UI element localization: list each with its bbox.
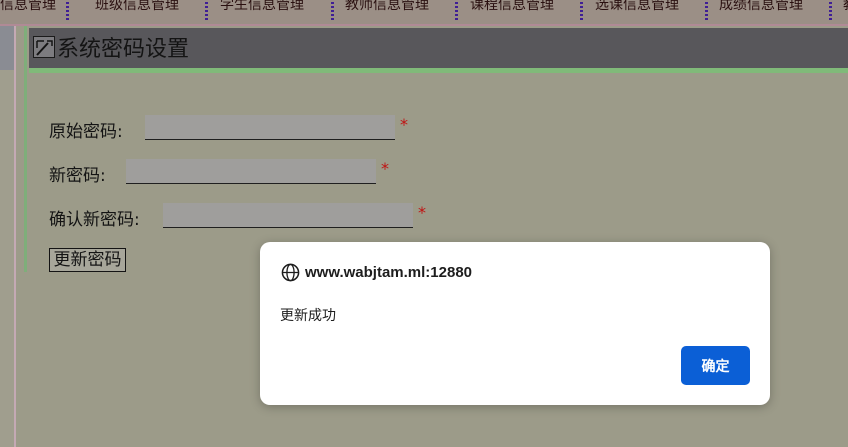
left-sidebar-top <box>0 26 14 70</box>
nav-separator <box>580 2 583 20</box>
content-accent-border <box>24 26 27 272</box>
page-title: 系统密码设置 <box>57 37 190 62</box>
confirm-password-row: 确认新密码: * <box>49 201 469 231</box>
left-sidebar <box>0 26 14 447</box>
dialog-message: 更新成功 <box>280 308 336 324</box>
confirm-password-field[interactable] <box>163 203 413 228</box>
nav-item-class[interactable]: 班级信息管理 <box>95 0 179 14</box>
globe-icon <box>281 263 300 282</box>
nav-item-student[interactable]: 学生信息管理 <box>220 0 304 14</box>
nav-item-info[interactable]: 信息管理 <box>0 0 56 14</box>
nav-separator <box>331 2 334 20</box>
new-password-row: 新密码: * <box>49 157 469 187</box>
dialog-origin: www.wabjtam.ml:12880 <box>305 264 473 281</box>
nav-item-score[interactable]: 成绩信息管理 <box>719 0 803 14</box>
sidebar-divider <box>14 26 16 447</box>
required-marker: * <box>400 115 408 134</box>
nav-separator <box>705 2 708 20</box>
old-password-row: 原始密码: * <box>49 113 469 143</box>
nav-separator <box>205 2 208 20</box>
nav-item-selection[interactable]: 选课信息管理 <box>595 0 679 14</box>
nav-separator <box>455 2 458 20</box>
alert-dialog: www.wabjtam.ml:12880 更新成功 确定 <box>260 242 770 405</box>
edit-icon <box>33 36 55 58</box>
panel-header: 系统密码设置 <box>29 28 848 73</box>
old-password-field[interactable] <box>145 115 395 140</box>
required-marker: * <box>418 203 426 222</box>
nav-separator <box>66 2 69 20</box>
confirm-password-label: 确认新密码: <box>49 210 140 230</box>
old-password-label: 原始密码: <box>49 122 123 142</box>
nav-separator <box>829 2 832 20</box>
ok-button[interactable]: 确定 <box>681 346 750 385</box>
update-password-button[interactable]: 更新密码 <box>49 248 126 272</box>
nav-item-course[interactable]: 课程信息管理 <box>470 0 554 14</box>
top-nav: 信息管理 班级信息管理 学生信息管理 教师信息管理 课程信息管理 选课信息管理 … <box>0 0 848 26</box>
required-marker: * <box>381 159 389 178</box>
new-password-field[interactable] <box>126 159 376 184</box>
new-password-label: 新密码: <box>49 166 106 186</box>
nav-item-teacher[interactable]: 教师信息管理 <box>345 0 429 14</box>
nav-item-more[interactable]: 教 <box>843 0 848 14</box>
